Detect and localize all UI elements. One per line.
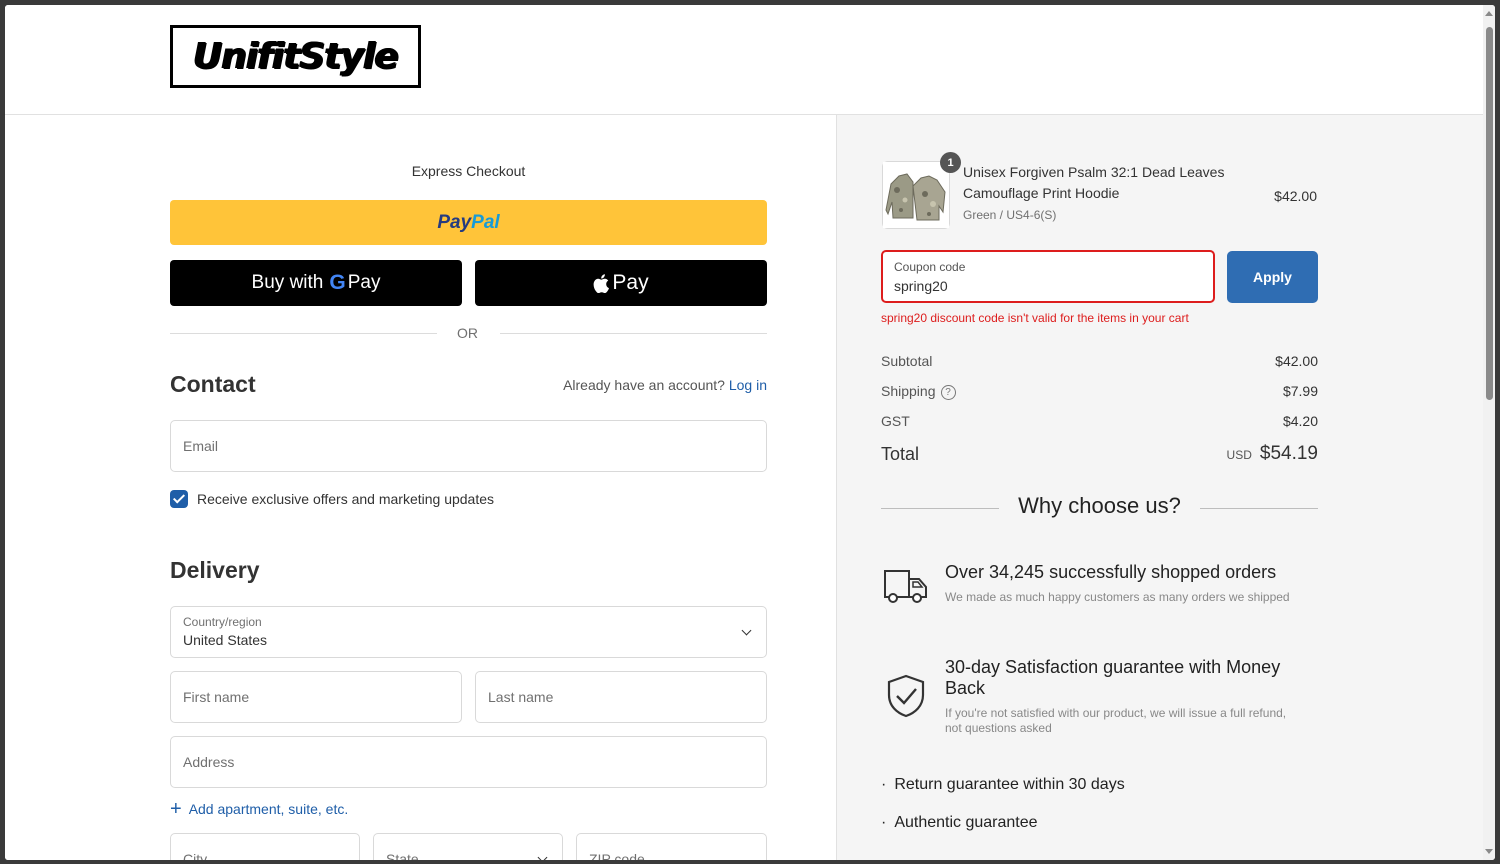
bullet-authentic-guarantee: · Authentic guarantee [881,814,1038,832]
coupon-code-input[interactable]: Coupon code spring20 [881,250,1215,303]
paypal-logo-part1: Pay [437,211,472,233]
add-apartment-label: Add apartment, suite, etc. [188,801,349,817]
feature-title-guarantee: 30-day Satisfaction guarantee with Money… [945,657,1281,698]
brand-logo[interactable]: UnifitStyle [170,25,421,88]
marketing-checkbox[interactable] [170,490,188,508]
why-choose-title: Why choose us? [1018,493,1181,518]
bullet-dot: · [881,776,887,793]
bullet-text: Return guarantee within 30 days [894,776,1125,793]
or-divider-right [500,333,767,334]
gpay-prefix: Buy with [251,272,324,293]
browser-window: UnifitStyle Express Checkout Pay Pal Buy … [5,5,1495,860]
google-pay-button[interactable]: Buy with G Pay [170,260,462,306]
quantity-badge: 1 [940,152,961,173]
or-divider-left [170,333,437,334]
total-amount: $54.19 [1259,443,1318,464]
address-placeholder: Address [183,754,235,770]
product-variant: Green / US4-6(S) [963,208,1057,222]
last-name-field[interactable]: Last name [475,671,767,723]
coupon-error-message: spring20 discount code isn't valid for t… [881,311,1189,325]
checkout-form: Express Checkout Pay Pal Buy with G Pay P… [5,115,836,860]
login-prompt: Already have an account? Log in [465,377,767,393]
last-name-placeholder: Last name [488,689,554,705]
coupon-label: Coupon code [894,260,966,274]
email-field[interactable]: Email [170,420,767,472]
bullet-text: Authentic guarantee [894,814,1038,831]
apple-pay-label: Pay [612,271,649,294]
delivery-heading: Delivery [170,557,260,583]
first-name-field[interactable]: First name [170,671,462,723]
currency-code: USD [1226,448,1252,462]
apple-icon [594,273,610,293]
express-checkout-title: Express Checkout [411,163,526,179]
marketing-label: Receive exclusive offers and marketing u… [197,491,495,507]
country-select[interactable]: Country/region United States [170,606,767,658]
total-row: Total USD $54.19 [881,443,1318,465]
zip-placeholder: ZIP code [589,851,645,860]
paypal-button[interactable]: Pay Pal [170,200,767,245]
scroll-up-arrow-icon[interactable] [1485,11,1493,16]
google-g-icon: G [329,271,346,294]
marketing-opt-in[interactable]: Receive exclusive offers and marketing u… [170,490,494,508]
product-thumbnail: 1 [882,152,961,229]
state-placeholder: State [386,851,419,860]
chevron-down-icon [537,852,548,860]
bullet-dot: · [881,814,887,831]
zip-field[interactable]: ZIP code [576,833,767,860]
coupon-value: spring20 [894,278,948,294]
gpay-suffix: Pay [347,272,381,293]
add-apartment-link[interactable]: + Add apartment, suite, etc. [170,798,349,820]
city-placeholder: City [183,851,208,860]
login-link[interactable]: Log in [729,377,767,393]
total-label: Total [881,443,920,464]
why-divider-right [1200,508,1318,509]
subtotal-row: Subtotal $42.00 [881,353,1318,369]
shield-check-icon [887,674,925,718]
subtotal-label: Subtotal [881,353,933,369]
page-header: UnifitStyle [5,5,1483,115]
gst-row: GST $4.20 [881,413,1318,429]
total-value-wrap: USD $54.19 [1227,443,1318,465]
or-divider-text: OR [457,325,478,341]
gst-label: GST [881,413,910,429]
plus-icon: + [170,798,182,820]
bullet-return-guarantee: · Return guarantee within 30 days [881,776,1125,794]
chevron-down-icon [741,625,752,636]
address-field[interactable]: Address [170,736,767,788]
why-divider-left [881,508,999,509]
brand-logo-text: UnifitStyle [193,36,399,77]
shipping-amount: $7.99 [1282,383,1318,400]
help-icon[interactable]: ? [940,384,956,400]
hoodie-image [883,162,949,228]
gst-amount: $4.20 [1282,413,1318,429]
page-scrollbar[interactable] [1483,5,1495,860]
shipping-label: Shipping [881,383,936,399]
shipping-label-wrap: Shipping? [881,383,956,400]
scrollbar-thumb[interactable] [1486,27,1493,400]
scroll-down-arrow-icon[interactable] [1485,849,1493,854]
product-price: $42.00 [1274,188,1317,204]
feature-title-orders: Over 34,245 successfully shopped orders [945,562,1277,582]
truck-icon [884,570,927,603]
state-select[interactable]: State [373,833,563,860]
order-summary: 1 Unisex Forgiven Psalm 32:1 Dead Leaves… [836,115,1483,860]
product-name: Unisex Forgiven Psalm 32:1 Dead Leaves C… [963,164,1225,201]
shipping-row: Shipping? $7.99 [881,383,1318,400]
paypal-logo-part2: Pal [471,211,500,233]
apple-pay-button[interactable]: Pay [475,260,767,306]
apply-coupon-button[interactable]: Apply [1227,251,1318,303]
login-prompt-text: Already have an account? [563,377,725,393]
email-placeholder: Email [183,438,219,454]
subtotal-amount: $42.00 [1275,353,1318,369]
feature-desc-guarantee: If you're not satisfied with our product… [945,706,1287,735]
contact-heading: Contact [170,371,256,397]
country-label: Country/region [183,615,262,629]
country-value: United States [183,632,268,648]
first-name-placeholder: First name [183,689,250,705]
feature-desc-orders: We made as much happy customers as many … [945,590,1290,604]
city-field[interactable]: City [170,833,360,860]
